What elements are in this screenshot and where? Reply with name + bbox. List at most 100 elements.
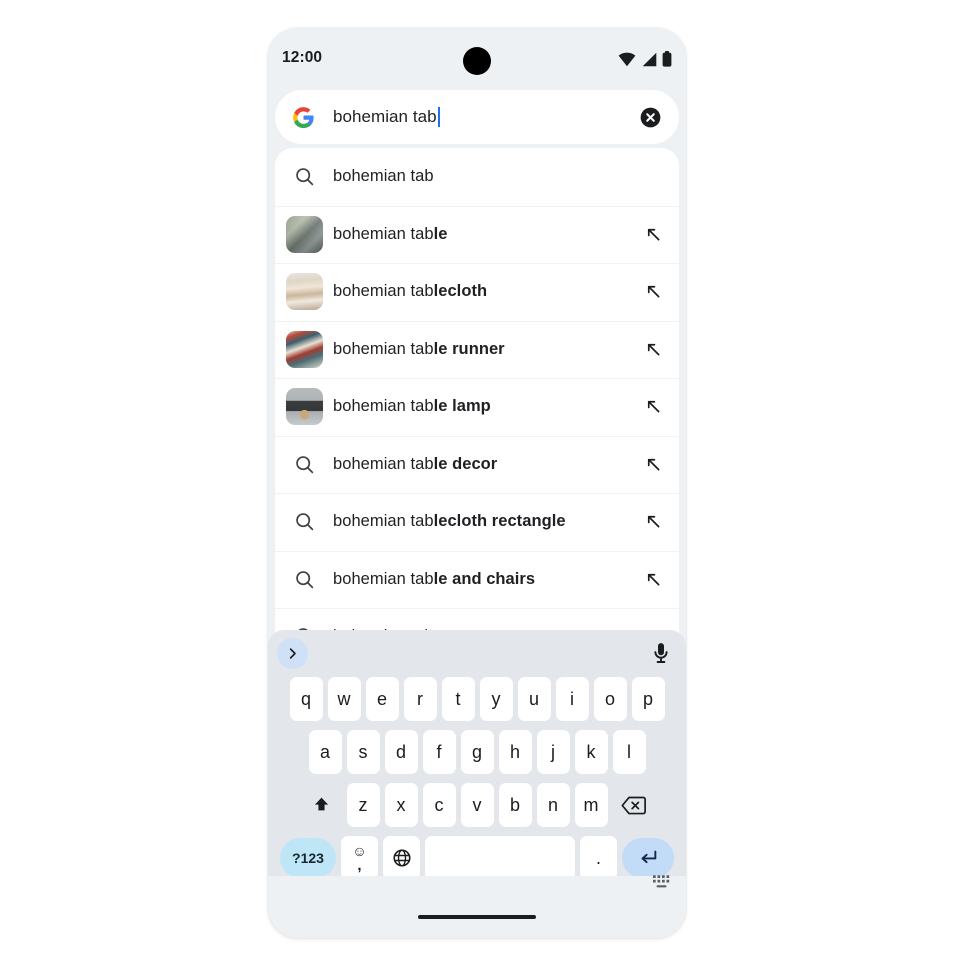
thumbnail-image [285, 388, 323, 426]
status-bar-icons [618, 47, 672, 71]
search-icon [275, 569, 333, 590]
key-t[interactable]: t [441, 677, 475, 721]
fill-query-arrow-icon[interactable] [627, 225, 679, 244]
comma-label: , [357, 856, 362, 874]
key-o[interactable]: o [593, 677, 627, 721]
key-m[interactable]: m [574, 783, 608, 827]
key-q[interactable]: q [289, 677, 323, 721]
key-h[interactable]: h [498, 730, 532, 774]
key-f[interactable]: f [422, 730, 456, 774]
key-y[interactable]: y [479, 677, 513, 721]
enter-icon[interactable] [622, 838, 674, 878]
key-e[interactable]: e [365, 677, 399, 721]
emoji-icon: ☺ [352, 842, 367, 859]
key-b[interactable]: b [498, 783, 532, 827]
period-key[interactable]: . [580, 836, 617, 880]
key-i[interactable]: i [555, 677, 589, 721]
suggestion-row[interactable]: bohemian tablecloth [275, 263, 679, 321]
fill-query-arrow-icon[interactable] [627, 512, 679, 531]
hide-keyboard-icon[interactable] [653, 875, 671, 890]
key-p[interactable]: p [631, 677, 665, 721]
microphone-icon[interactable] [649, 641, 673, 665]
fill-query-arrow-icon[interactable] [627, 397, 679, 416]
emoji-comma-key[interactable]: ☺ , [341, 836, 378, 880]
thumbnail-image [285, 215, 323, 253]
space-key[interactable] [425, 836, 575, 880]
keyboard-suggestion-strip [268, 630, 686, 676]
suggestion-row[interactable]: bohemian table decor [275, 435, 679, 494]
cellular-signal-icon [641, 52, 657, 67]
key-a[interactable]: a [308, 730, 342, 774]
battery-icon [662, 51, 672, 67]
key-l[interactable]: l [612, 730, 646, 774]
suggestion-text: bohemian tab [333, 167, 434, 186]
suggestion-row[interactable]: bohemian table runner [275, 320, 679, 379]
search-icon [275, 166, 333, 187]
keyboard-key-rows: qwertyuiop asdfghjkl zxcvbnm ?123 ☺ , . [268, 676, 686, 888]
key-g[interactable]: g [460, 730, 494, 774]
key-w[interactable]: w [327, 677, 361, 721]
suggestion-text: bohemian table lamp [333, 397, 491, 416]
search-suggestions-panel: bohemian tab bohemian table bohemian table… [275, 148, 679, 665]
front-camera-punch-hole [463, 47, 491, 75]
fill-query-arrow-icon[interactable] [627, 455, 679, 474]
key-c[interactable]: c [422, 783, 456, 827]
key-x[interactable]: x [384, 783, 418, 827]
search-input-wrapper[interactable]: bohemian tab [333, 90, 639, 144]
status-bar-clock: 12:00 [282, 49, 323, 66]
suggestion-row[interactable]: bohemian table lamp [275, 378, 679, 436]
key-k[interactable]: k [574, 730, 608, 774]
search-icon [275, 454, 333, 475]
shift-icon[interactable] [301, 783, 342, 827]
fill-query-arrow-icon[interactable] [627, 340, 679, 359]
fill-query-arrow-icon[interactable] [627, 570, 679, 589]
suggestion-text: bohemian table decor [333, 454, 498, 473]
suggestion-thumbnail [275, 273, 333, 311]
chevron-right-icon[interactable] [277, 638, 308, 669]
suggestion-row[interactable]: bohemian table [275, 205, 679, 264]
globe-icon[interactable] [383, 836, 420, 880]
suggestion-row[interactable]: bohemian tablecloth rectangle [275, 493, 679, 551]
symbols-key[interactable]: ?123 [280, 838, 336, 878]
suggestion-text: bohemian table [333, 224, 448, 243]
thumbnail-image [285, 273, 323, 311]
clear-search-icon[interactable] [639, 106, 662, 129]
status-bar: 12:00 [268, 28, 686, 90]
search-icon [275, 511, 333, 532]
suggestion-thumbnail [275, 215, 333, 253]
phone-device-frame: 12:00 bohemian tab bohemian tab bohemian… [268, 28, 686, 938]
keyboard-bottom-area [268, 876, 686, 938]
screenshot-canvas: 12:00 bohemian tab bohemian tab bohemian… [0, 0, 960, 960]
suggestion-text: bohemian table runner [333, 339, 505, 358]
suggestion-text: bohemian tablecloth [333, 282, 488, 301]
suggestion-row[interactable]: bohemian table and chairs [275, 550, 679, 609]
backspace-icon[interactable] [613, 783, 654, 827]
suggestion-text: bohemian table and chairs [333, 569, 536, 588]
key-n[interactable]: n [536, 783, 570, 827]
wifi-icon [618, 52, 636, 67]
fill-query-arrow-icon[interactable] [627, 282, 679, 301]
key-u[interactable]: u [517, 677, 551, 721]
keyboard-row-3-letters: zxcvbnm [346, 783, 608, 827]
suggestion-row[interactable]: bohemian tab [275, 148, 679, 206]
google-g-logo-icon [292, 106, 315, 129]
suggestion-thumbnail [275, 330, 333, 368]
search-bar[interactable]: bohemian tab [275, 90, 679, 144]
suggestion-thumbnail [275, 388, 333, 426]
thumbnail-image [285, 330, 323, 368]
key-j[interactable]: j [536, 730, 570, 774]
suggestion-text: bohemian tablecloth rectangle [333, 512, 566, 531]
keyboard-row-4: ?123 ☺ , . [268, 835, 686, 881]
key-v[interactable]: v [460, 783, 494, 827]
home-gesture-indicator[interactable] [418, 915, 536, 919]
key-s[interactable]: s [346, 730, 380, 774]
keyboard-row-1: qwertyuiop [268, 676, 686, 722]
keyboard-row-2: asdfghjkl [268, 729, 686, 775]
text-caret [437, 107, 440, 127]
on-screen-keyboard: qwertyuiop asdfghjkl zxcvbnm ?123 ☺ , . [268, 630, 686, 938]
key-d[interactable]: d [384, 730, 418, 774]
keyboard-row-3: zxcvbnm [268, 782, 686, 828]
search-input-value: bohemian tab [333, 107, 437, 126]
key-r[interactable]: r [403, 677, 437, 721]
key-z[interactable]: z [346, 783, 380, 827]
